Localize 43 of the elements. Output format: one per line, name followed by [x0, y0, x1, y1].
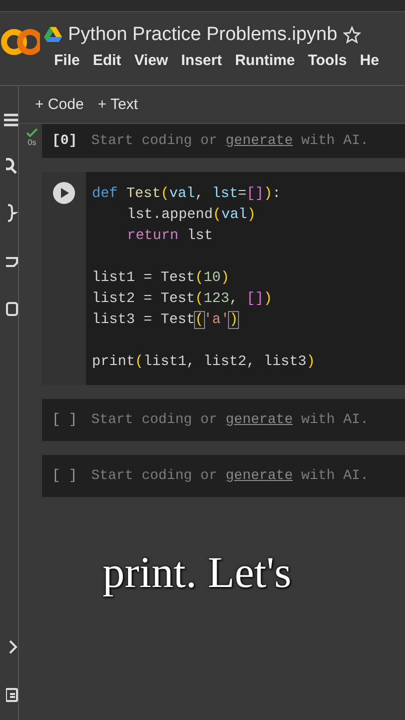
terminal-icon[interactable] — [6, 688, 18, 702]
cell-hint: Start coding or generate with AI. — [91, 133, 368, 149]
star-icon[interactable] — [343, 26, 362, 44]
code-cell[interactable]: [ ] Start coding or generate with AI. — [42, 455, 405, 497]
code-line: return lst — [126, 227, 214, 246]
code-cell[interactable]: [0] Start coding or generate with AI. — [42, 124, 405, 158]
menu-item[interactable]: Edit — [92, 52, 122, 69]
generate-link[interactable]: generate — [226, 133, 293, 149]
search-icon[interactable] — [6, 158, 18, 174]
notebook-title[interactable]: Python Practice Problems.ipynb — [68, 24, 338, 46]
code-line: lst.append(val) — [126, 206, 257, 225]
chevron-icon[interactable] — [8, 640, 18, 654]
code-line: print(list1, list2, list3) — [92, 353, 316, 372]
menu-item[interactable]: He — [360, 52, 380, 69]
cell-prompt: [0] — [52, 133, 78, 149]
run-duration: 0s — [28, 138, 36, 147]
menu-item[interactable]: File — [54, 52, 80, 69]
code-line: list3 = Test('a') — [92, 311, 239, 330]
folder-icon[interactable] — [6, 302, 18, 316]
code-line: list1 = Test(10) — [92, 269, 230, 288]
cell-hint: Start coding or generate with AI. — [91, 412, 368, 428]
drive-icon[interactable] — [44, 27, 62, 43]
menu-item[interactable]: Tools — [308, 52, 347, 69]
code-cell[interactable]: [ ] Start coding or generate with AI. — [42, 399, 405, 441]
menu-icon[interactable] — [4, 112, 18, 128]
logo-icon — [0, 26, 40, 58]
cell-prompt: [ ] — [52, 468, 78, 484]
generate-link[interactable]: generate — [226, 412, 293, 428]
code-cell[interactable]: def Test(val, lst=[]): lst.append(val) return lst list1 = Test(10) list2 = Test(123, []) list3 = Test('a') print(list1, list2, list3) — [42, 172, 405, 385]
variables-icon[interactable] — [6, 204, 18, 222]
menu-item[interactable]: Insert — [181, 52, 222, 69]
subtitle-caption: print. Let's — [102, 547, 292, 598]
cell-prompt: [ ] — [52, 412, 78, 428]
cell-hint: Start coding or generate with AI. — [91, 468, 368, 484]
menu-item[interactable]: Runtime — [234, 52, 295, 69]
add-code-button[interactable]: + Code — [35, 94, 84, 115]
code-line: def Test(val, lst=[]): — [92, 185, 282, 204]
generate-link[interactable]: generate — [226, 468, 293, 484]
add-text-button[interactable]: + Text — [98, 94, 138, 115]
run-button[interactable] — [53, 182, 75, 204]
menu-item[interactable]: View — [134, 52, 168, 69]
code-line: list2 = Test(123, []) — [92, 290, 274, 309]
play-icon — [59, 188, 69, 198]
